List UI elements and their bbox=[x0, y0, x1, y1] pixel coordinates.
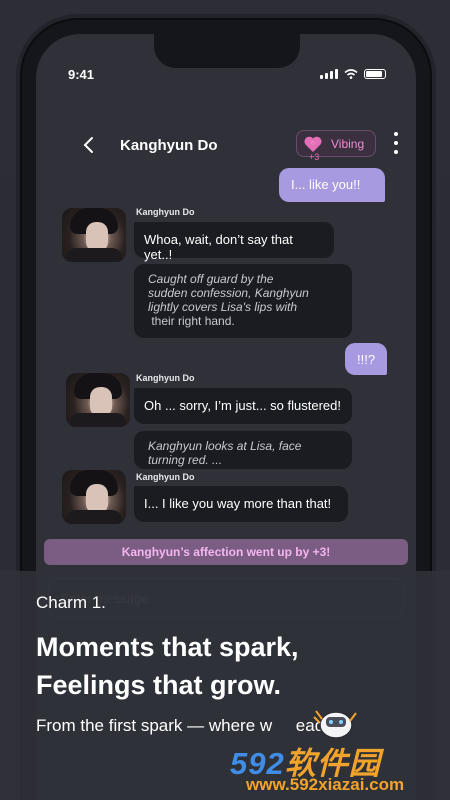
narration-line: Caught off guard by the bbox=[148, 272, 274, 286]
user-message: !!!? bbox=[345, 343, 387, 375]
character-message: Whoa, wait, don’t say that yet..! bbox=[134, 222, 334, 262]
narration-line: their right hand. bbox=[148, 314, 235, 328]
message-text: !!!? bbox=[357, 352, 376, 367]
notch bbox=[154, 34, 300, 68]
badge-plus: +3 bbox=[309, 152, 320, 162]
character-avatar[interactable] bbox=[66, 373, 130, 427]
status-icons bbox=[320, 69, 386, 79]
watermark-mascot-icon bbox=[313, 710, 357, 739]
narration-message: Caught off guard by the sudden confessio… bbox=[134, 264, 352, 338]
character-message: Oh ... sorry, I’m just... so flustered! bbox=[134, 388, 352, 424]
wifi-icon bbox=[344, 69, 358, 79]
heart-icon: ♡ bbox=[304, 136, 322, 152]
chat-title: Kanghyun Do bbox=[120, 137, 218, 154]
headline-line-2: Feelings that grow. bbox=[36, 670, 282, 700]
vibe-badge[interactable]: ♡ +3 Vibing bbox=[296, 130, 376, 162]
svg-text:♡: ♡ bbox=[311, 141, 316, 147]
dot-icon bbox=[394, 141, 398, 145]
watermark-url: www.592xiazai.com bbox=[246, 775, 405, 794]
character-name: Kanghyun Do bbox=[136, 207, 195, 217]
character-name: Kanghyun Do bbox=[136, 373, 195, 383]
promo-subline: From the first spark — where w ead? bbox=[36, 716, 334, 735]
chevron-left-icon bbox=[83, 137, 93, 153]
charm-label: Charm 1. bbox=[36, 593, 106, 612]
character-avatar[interactable] bbox=[62, 208, 126, 262]
badge-label: Vibing bbox=[331, 137, 365, 151]
affection-banner: Kanghyun’s affection went up by +3! bbox=[44, 539, 408, 565]
battery-icon bbox=[364, 69, 386, 79]
message-text: Oh ... sorry, I’m just... so flustered! bbox=[144, 398, 341, 413]
message-text: I... I like you way more than that! bbox=[144, 496, 332, 511]
narration-line: sudden confession, Kanghyun bbox=[148, 286, 309, 300]
signal-icon bbox=[320, 69, 338, 79]
character-name: Kanghyun Do bbox=[136, 472, 195, 482]
message-text: Whoa, wait, don’t say that yet..! bbox=[144, 232, 293, 262]
chat-header: Kanghyun Do ♡ +3 Vibing bbox=[36, 130, 416, 170]
narration-line: turning red. ... bbox=[148, 453, 223, 467]
headline-line-1: Moments that spark, bbox=[36, 632, 299, 662]
narration-line: Kanghyun looks at Lisa, face bbox=[148, 439, 302, 453]
status-time: 9:41 bbox=[68, 67, 95, 82]
user-message: I... like you!! bbox=[279, 168, 385, 202]
character-message: I... I like you way more than that! bbox=[134, 486, 348, 522]
more-options-button[interactable] bbox=[392, 132, 400, 154]
back-button[interactable] bbox=[76, 133, 100, 157]
narration-line: lightly covers Lisa's lips with bbox=[148, 300, 298, 314]
dot-icon bbox=[394, 150, 398, 154]
message-text: I... like you!! bbox=[291, 177, 361, 192]
character-avatar[interactable] bbox=[62, 470, 126, 524]
dot-icon bbox=[394, 132, 398, 136]
promo-headline: Moments that spark, Feelings that grow. bbox=[36, 628, 299, 704]
narration-message: Kanghyun looks at Lisa, face turning red… bbox=[134, 431, 352, 469]
